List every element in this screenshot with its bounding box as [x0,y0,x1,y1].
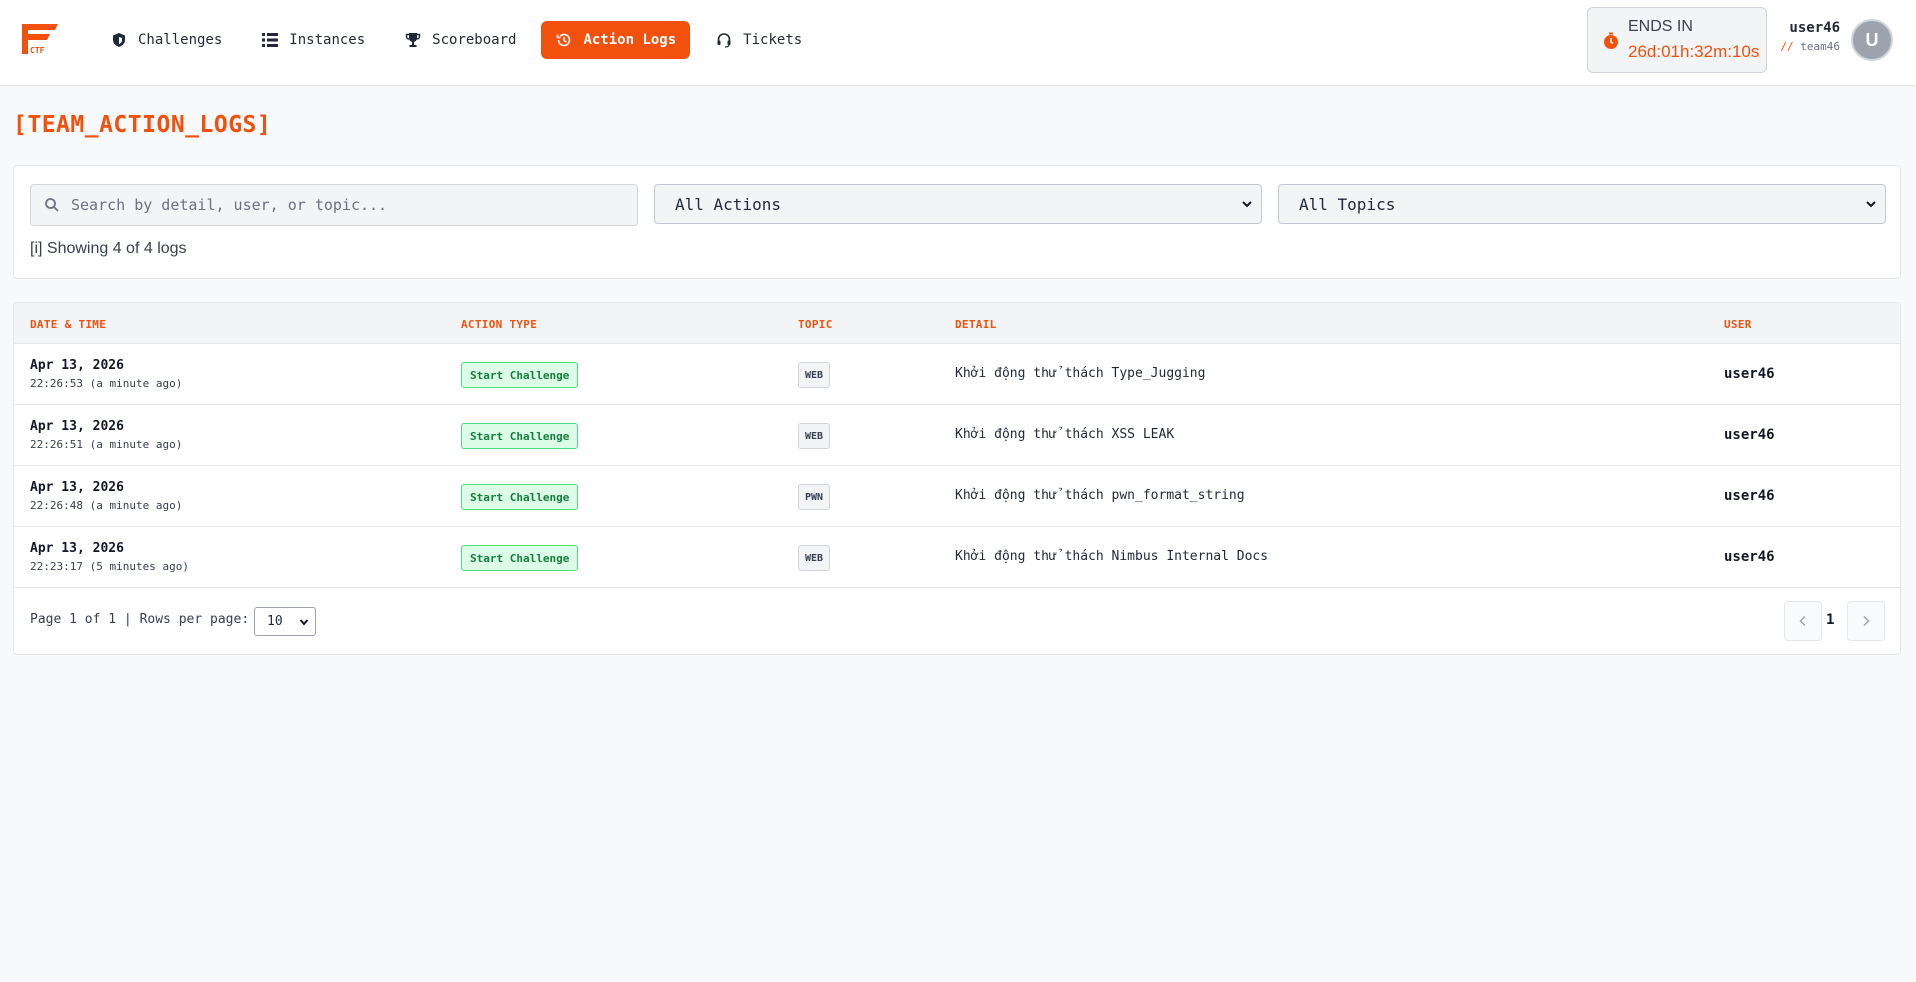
header-action: ACTION TYPE [461,318,538,331]
table-header: DATE & TIME ACTION TYPE TOPIC DETAIL USE… [14,303,1900,344]
countdown-timer: ENDS IN 26d:01h:32m:10s [1587,7,1767,73]
table-row: Apr 13, 2026 22:26:53 (a minute ago) Sta… [14,344,1900,405]
nav-action-logs[interactable]: Action Logs [541,21,691,59]
current-page[interactable]: 1 [1826,612,1834,628]
row-detail: Khởi động thử thách pwn_format_string [955,488,1245,503]
timer-label: ENDS IN [1628,18,1693,35]
user-team: // team46 [1770,40,1840,53]
row-detail: Khởi động thử thách Type_Jugging [955,366,1206,381]
prev-page-button[interactable] [1784,601,1822,641]
next-page-button[interactable] [1847,601,1885,641]
row-date: Apr 13, 2026 [30,419,124,434]
nav-challenges[interactable]: Challenges [96,21,236,59]
logo-text: CTF [30,46,45,55]
topic-badge: WEB [798,423,831,449]
nav-scoreboard-label: Scoreboard [432,32,517,48]
chevron-down-icon [299,619,309,626]
action-badge: Start Challenge [461,362,579,388]
row-time: 22:26:51 (a minute ago) [30,438,183,451]
action-badge: Start Challenge [461,423,579,449]
search-input[interactable] [71,185,631,225]
main-nav: Challenges Instances Scoreboard Action L… [96,21,827,59]
stopwatch-icon [1604,32,1618,49]
chevron-down-icon [1242,201,1252,208]
timer-value: 26d:01h:32m:10s [1628,42,1760,61]
topic-filter-select[interactable]: All Topics [1278,184,1886,224]
headset-icon [715,31,733,49]
list-icon [261,31,279,49]
nav-scoreboard[interactable]: Scoreboard [390,21,530,59]
row-date: Apr 13, 2026 [30,541,124,556]
table-row: Apr 13, 2026 22:26:48 (a minute ago) Sta… [14,466,1900,527]
ctf-logo[interactable]: CTF [18,22,64,56]
row-time: 22:23:17 (5 minutes ago) [30,560,189,573]
nav-tickets-label: Tickets [743,32,803,48]
header-detail: DETAIL [955,318,997,331]
page-info: Page 1 of 1 | Rows per page: [30,612,250,627]
table-row: Apr 13, 2026 22:23:17 (5 minutes ago) St… [14,527,1900,588]
nav-instances[interactable]: Instances [247,21,379,59]
top-navbar: CTF Challenges Instances Scoreboard Acti… [0,0,1916,86]
row-date: Apr 13, 2026 [30,480,124,495]
history-icon [555,31,573,49]
search-icon [45,198,59,212]
user-name: user46 [1789,20,1840,36]
action-badge: Start Challenge [461,545,579,571]
rows-per-page-value: 10 [267,614,283,629]
topic-badge: PWN [798,484,831,510]
row-time: 22:26:53 (a minute ago) [30,377,183,390]
row-user: user46 [1724,549,1775,565]
header-user: USER [1724,318,1752,331]
row-user: user46 [1724,427,1775,443]
row-date: Apr 13, 2026 [30,358,124,373]
team-prefix: // [1780,40,1794,53]
row-detail: Khởi động thử thách Nimbus Internal Docs [955,549,1269,564]
search-box[interactable] [30,184,638,226]
chevron-right-icon [1863,615,1870,627]
topic-badge: WEB [798,362,831,388]
action-filter-value: All Actions [675,194,781,214]
nav-challenges-label: Challenges [138,32,223,48]
shield-icon [110,31,128,49]
trophy-icon [404,31,422,49]
chevron-down-icon [1866,201,1876,208]
action-filter-select[interactable]: All Actions [654,184,1262,224]
row-time: 22:26:48 (a minute ago) [30,499,183,512]
topic-filter-value: All Topics [1299,194,1396,214]
results-count: [i] Showing 4 of 4 logs [30,240,187,257]
table-row: Apr 13, 2026 22:26:51 (a minute ago) Sta… [14,405,1900,466]
page-title: [TEAM_ACTION_LOGS] [13,112,272,138]
topic-badge: WEB [798,545,831,571]
action-badge: Start Challenge [461,484,579,510]
filter-panel: All Actions All Topics [i] Showing 4 of … [13,165,1901,279]
row-user: user46 [1724,366,1775,382]
nav-instances-label: Instances [289,32,366,48]
user-info[interactable]: user46 // team46 [1770,20,1840,53]
nav-action-logs-label: Action Logs [583,32,677,48]
pagination-bar: Page 1 of 1 | Rows per page: 10 1 [14,588,1900,654]
header-datetime: DATE & TIME [30,318,107,331]
header-topic: TOPIC [798,318,833,331]
logs-table: DATE & TIME ACTION TYPE TOPIC DETAIL USE… [13,302,1901,655]
nav-tickets[interactable]: Tickets [701,21,816,59]
chevron-left-icon [1799,615,1806,627]
avatar[interactable]: U [1851,19,1893,61]
row-user: user46 [1724,488,1775,504]
row-detail: Khởi động thử thách XSS LEAK [955,427,1175,442]
team-name: team46 [1800,40,1840,53]
rows-per-page-select[interactable]: 10 [254,607,316,636]
